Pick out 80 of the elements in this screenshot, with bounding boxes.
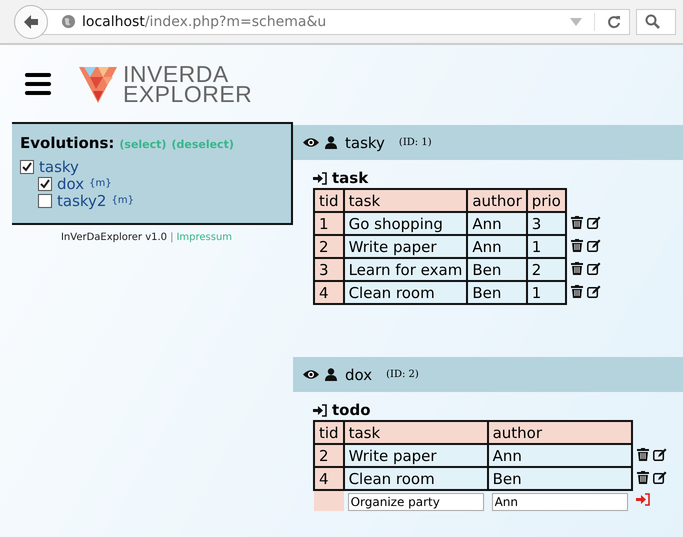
table-cell: 1 [526,281,566,304]
column-header: tid [314,189,344,212]
trash-icon[interactable] [636,470,649,484]
address-bar[interactable]: localhost/index.php?m=schema&u [40,8,630,34]
column-header: author [467,189,527,212]
panel-title: Evolutions: [20,134,114,152]
save-icon[interactable] [636,492,650,506]
table-cell: Write paper [344,235,468,258]
table-cell: 4 [314,281,344,304]
sign-in-icon [313,404,327,416]
input-field[interactable]: Organize party [348,492,484,510]
edit-icon[interactable] [652,448,667,460]
table-cell: Clean room [344,467,488,490]
table-cell: 2 [314,444,344,467]
trash-icon[interactable] [570,284,583,298]
table-cell: Learn for exam [344,258,468,281]
sign-in-icon [313,172,327,184]
back-button[interactable] [14,4,48,38]
search-icon [645,14,661,30]
user-icon[interactable] [325,136,337,149]
column-header: prio [526,189,566,212]
table-cell: 3 [314,258,344,281]
logo-subtitle: EXPLORER [123,84,252,104]
column-header: author [488,421,632,444]
tag: {m} [89,178,112,189]
table-cell: Go shopping [344,212,468,235]
edit-icon[interactable] [586,216,601,228]
user-icon[interactable] [325,368,337,381]
tree-item[interactable]: tasky [39,158,79,176]
table-cell: 2 [314,235,344,258]
schema-name: tasky [345,134,385,152]
separator: | [170,232,174,243]
column-header: tid [314,421,344,444]
schema-id: (ID: 1) [398,137,432,148]
edit-icon[interactable] [586,262,601,274]
edit-icon[interactable] [586,238,601,252]
url-path: /index.php?m=schema&u [144,14,326,30]
tag: {m} [111,195,134,206]
trash-icon[interactable] [570,238,583,252]
trash-icon[interactable] [570,216,583,228]
table-cell: Ann [488,444,632,467]
schema-name: dox [345,366,372,384]
table-cell: 1 [526,235,566,258]
url-host: localhost [82,14,145,30]
table-cell: Ann [467,235,527,258]
menu-icon[interactable] [25,72,51,94]
table-cell: Ben [488,467,632,490]
back-arrow-icon [22,12,40,30]
tree-item[interactable]: dox [57,174,84,192]
column-header: task [344,189,468,212]
checkbox[interactable] [20,160,34,174]
table-cell: 4 [314,467,344,490]
edit-icon[interactable] [586,284,601,298]
checkbox[interactable] [38,194,52,208]
eye-icon[interactable] [303,369,319,380]
table-cell: Write paper [344,444,488,467]
eye-icon[interactable] [303,137,319,148]
table-cell: Ann [467,212,527,235]
trash-icon[interactable] [636,448,649,460]
schema-id: (ID: 2) [386,369,419,380]
table-cell: Ben [467,258,527,281]
logo-icon [79,64,117,102]
table-cell: 3 [526,212,566,235]
table-name: todo [332,401,371,419]
globe-icon [61,14,76,29]
table-cell: 2 [526,258,566,281]
search-field[interactable] [636,8,676,34]
logo-title: INVERDA [123,64,229,84]
checkbox[interactable] [38,176,52,190]
version-text: InVerDaExplorer v1.0 [60,232,168,243]
table-cell: Ben [467,281,527,304]
table-cell: 1 [314,212,344,235]
table-name: task [332,169,368,187]
trash-icon[interactable] [570,262,583,274]
tree-item[interactable]: tasky2 [57,192,106,210]
column-header: task [344,421,488,444]
edit-icon[interactable] [652,470,667,484]
input-field[interactable]: Ann [492,492,628,510]
table-cell: Clean room [344,281,468,304]
reload-icon[interactable] [607,14,621,28]
